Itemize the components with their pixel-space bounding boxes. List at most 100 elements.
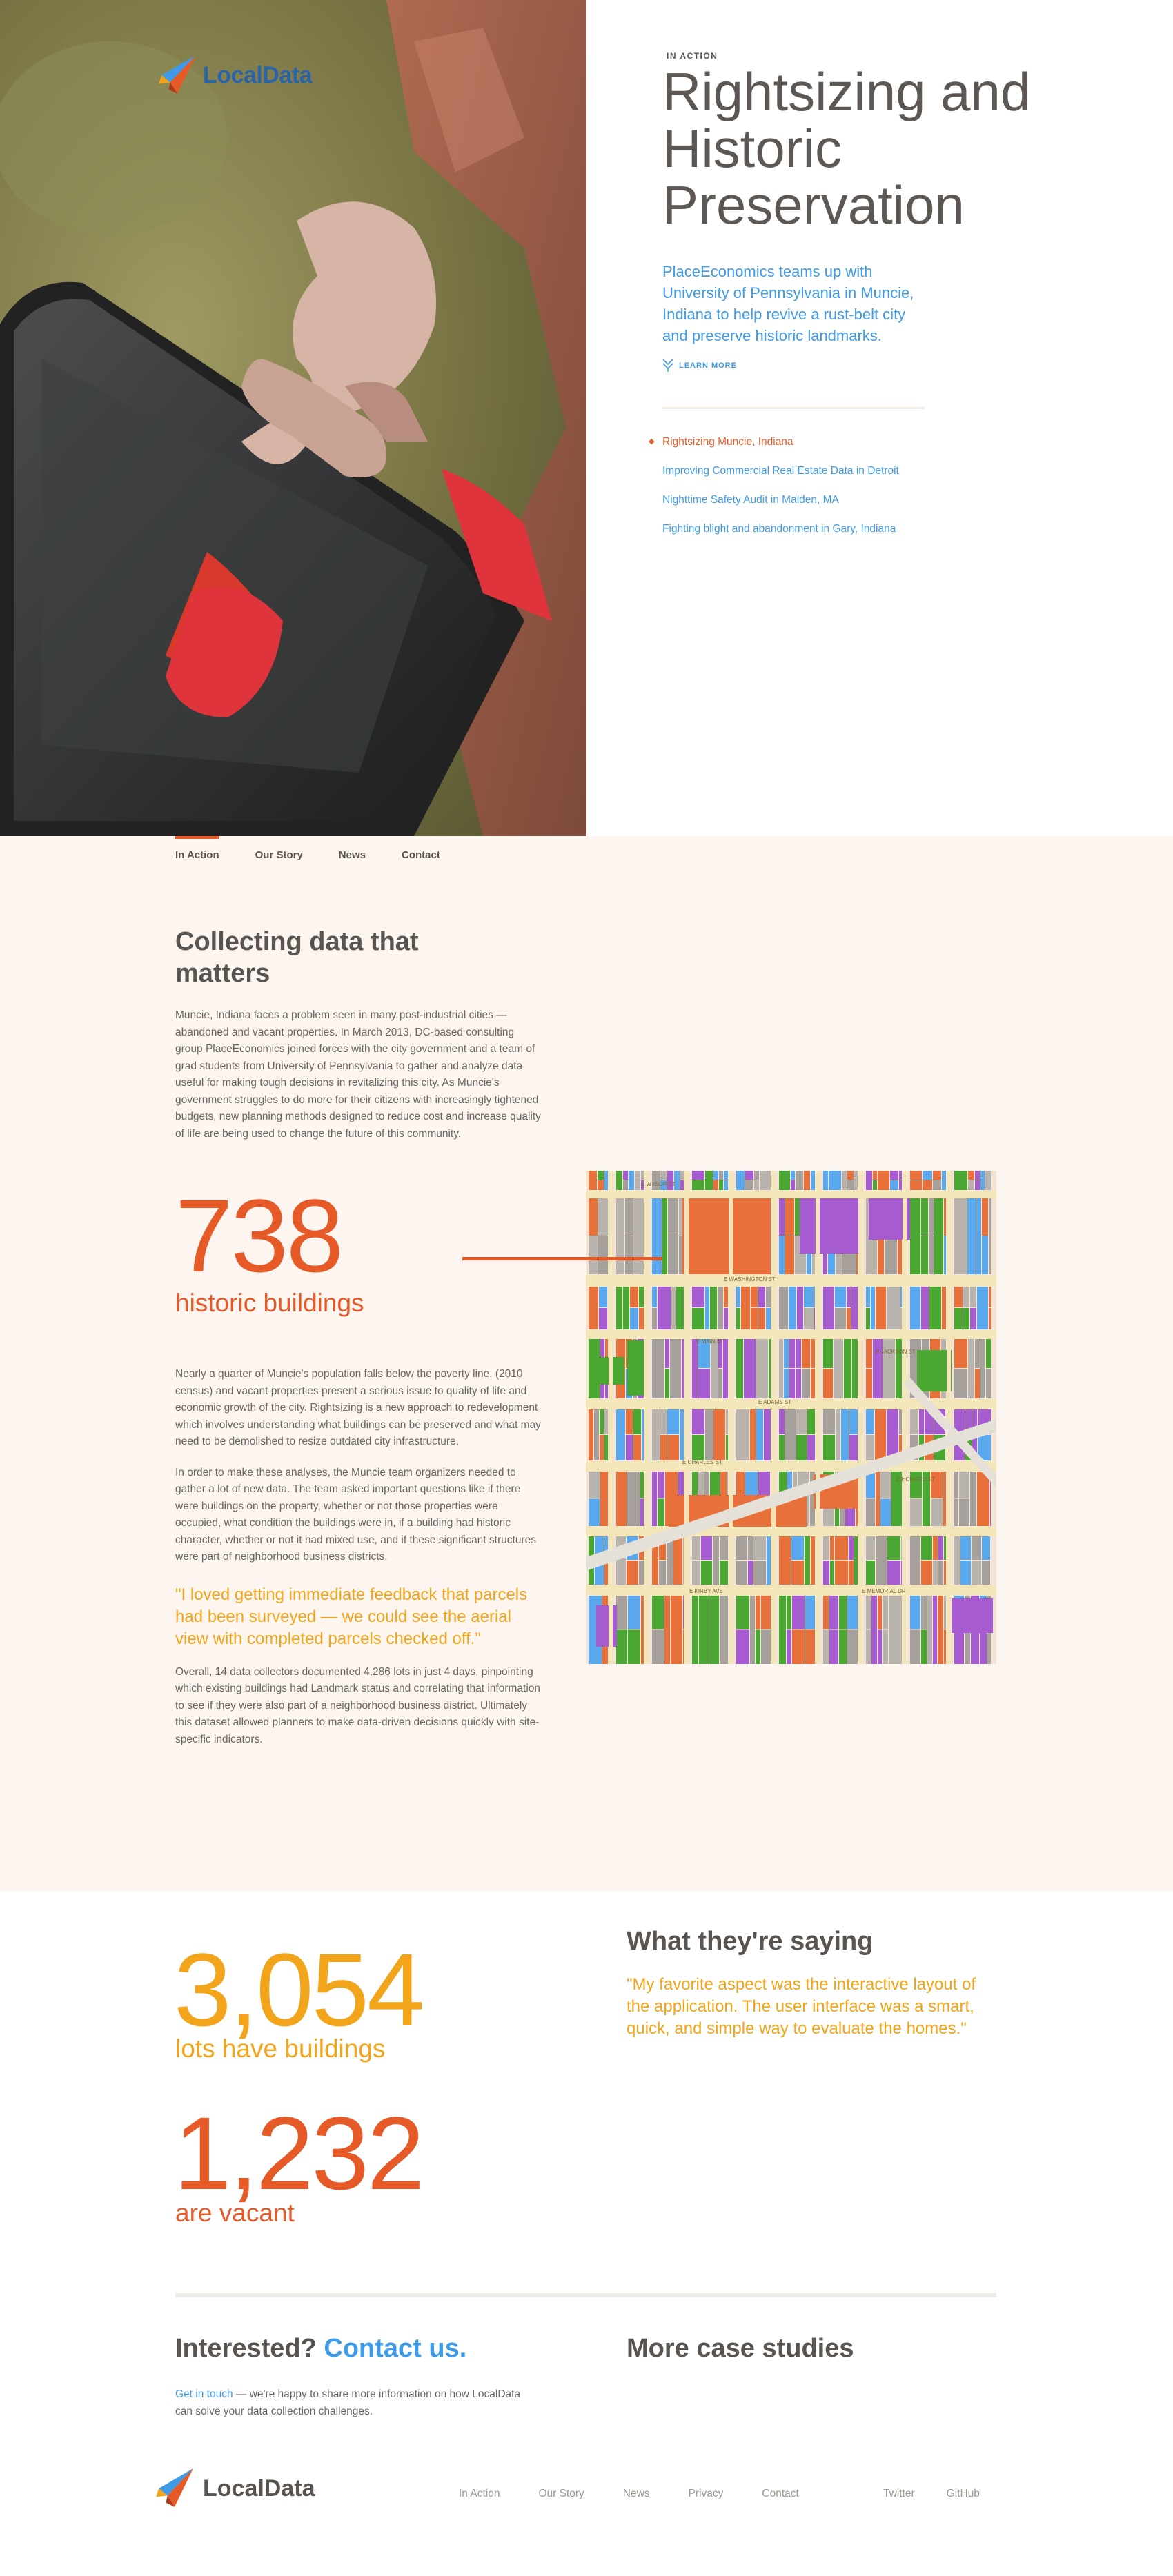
parcel [779, 1596, 786, 1664]
parcel [975, 1180, 980, 1190]
footer-link-news[interactable]: News [623, 2488, 650, 2500]
parcel-large [682, 1198, 765, 1274]
street [609, 1171, 613, 1664]
parcel [736, 1339, 743, 1398]
street-label: E CHARLES ST [682, 1459, 722, 1465]
parcel [741, 1287, 750, 1329]
collect-paragraph: Overall, 14 data collectors documented 4… [175, 1665, 541, 1745]
case-study-item[interactable]: Fighting blight and abandonment in Gary,… [662, 521, 911, 537]
parcel [878, 1236, 884, 1274]
parcel [985, 1171, 991, 1190]
parcel [660, 1435, 667, 1460]
parcel [665, 1339, 669, 1368]
street [816, 1171, 820, 1664]
nav-in-action[interactable]: In Action [175, 836, 219, 874]
parcel [616, 1171, 622, 1190]
parcel [754, 1171, 759, 1180]
footer-link-privacy[interactable]: Privacy [689, 2488, 724, 2500]
footer-link-in-action[interactable]: In Action [459, 2488, 500, 2500]
parcel [701, 1561, 712, 1585]
parcel [692, 1308, 704, 1329]
parcel [658, 1287, 671, 1329]
learn-more-label: LEARN MORE [679, 361, 737, 370]
parcel [796, 1369, 801, 1398]
nav-contact[interactable]: Contact [402, 836, 440, 874]
parcel [718, 1287, 723, 1329]
collect-content: Collecting data that matters Muncie, Ind… [0, 874, 1173, 1891]
parcel [866, 1596, 871, 1629]
case-study-item[interactable]: Improving Commercial Real Estate Data in… [662, 463, 911, 479]
parcel [989, 1198, 991, 1274]
parcel [671, 1287, 676, 1329]
nav-our-story[interactable]: Our Story [255, 836, 303, 874]
learn-more-link[interactable]: LEARN MORE [662, 359, 1173, 373]
parcel [847, 1287, 851, 1307]
parcel [910, 1171, 922, 1180]
parcel [852, 1339, 858, 1398]
parcel [692, 1435, 704, 1460]
footer-logo[interactable]: LocalData [153, 2467, 315, 2510]
case-study-item[interactable]: Rightsizing Muncie, Indiana [649, 434, 911, 450]
hero-subtitle: PlaceEconomics teams up with University … [662, 263, 914, 344]
parcel [727, 1472, 728, 1498]
parcel [876, 1472, 880, 1526]
parcel [938, 1596, 943, 1664]
more-case-studies-heading: More case studies [627, 2334, 854, 2363]
parcel [814, 1287, 815, 1307]
parcel [811, 1536, 815, 1585]
parcel [849, 1409, 858, 1434]
parcel [921, 1287, 929, 1329]
stat-connector-line [462, 1257, 662, 1260]
parcel [954, 1339, 967, 1368]
parcel [736, 1472, 745, 1498]
get-in-touch-link[interactable]: Get in touch [175, 2388, 233, 2400]
parcel [658, 1472, 664, 1498]
parcel [594, 1409, 599, 1460]
footer-link-contact[interactable]: Contact [762, 2488, 798, 2500]
parcel [910, 1596, 920, 1629]
parcel [931, 1498, 943, 1526]
parcel [811, 1369, 815, 1398]
logo-text: LocalData [203, 61, 313, 88]
footer-link-our-story[interactable]: Our Story [538, 2488, 584, 2500]
parcel [921, 1629, 927, 1664]
parcel [692, 1339, 698, 1398]
parcel [835, 1287, 846, 1307]
parcel [660, 1409, 667, 1434]
parcel [680, 1171, 684, 1180]
parcel [719, 1180, 723, 1190]
parcel [921, 1536, 932, 1560]
parcel [633, 1198, 644, 1274]
contact-us-link[interactable]: Contact us. [324, 2334, 466, 2363]
street-label: E MEMORIAL DR [862, 1588, 906, 1594]
parcel [748, 1536, 753, 1560]
nav-news[interactable]: News [339, 836, 366, 874]
parcel [887, 1561, 900, 1585]
parcel [600, 1435, 604, 1460]
parcel [866, 1629, 871, 1664]
parcel [791, 1180, 795, 1190]
parcel [758, 1472, 770, 1498]
parcel [804, 1171, 810, 1190]
parcel [604, 1171, 608, 1190]
parcel [899, 1409, 902, 1434]
parcel [938, 1561, 943, 1585]
footer-logo-text: LocalData [203, 2475, 315, 2501]
parcel [787, 1629, 791, 1664]
parcel [736, 1171, 745, 1190]
parcel [900, 1308, 902, 1329]
parcel [673, 1536, 682, 1585]
github-link[interactable]: GitHub [947, 2488, 980, 2500]
hero-logo[interactable]: LocalData [156, 54, 313, 97]
case-study-item[interactable]: Nighttime Safety Audit in Malden, MA [662, 492, 911, 508]
twitter-link[interactable]: Twitter [883, 2488, 915, 2500]
parcel [785, 1236, 794, 1274]
parcel-map[interactable]: E WYSOR ST E WASHINGTON ST E MAIN ST E JACK… [586, 1171, 996, 1664]
parcel [866, 1435, 874, 1460]
parcel [756, 1629, 760, 1664]
collect-paragraph: In order to make these analyses, the Mun… [175, 1466, 536, 1563]
parcel [910, 1536, 920, 1585]
parcel [710, 1472, 720, 1498]
parcel [944, 1629, 946, 1664]
parcel [791, 1561, 804, 1585]
